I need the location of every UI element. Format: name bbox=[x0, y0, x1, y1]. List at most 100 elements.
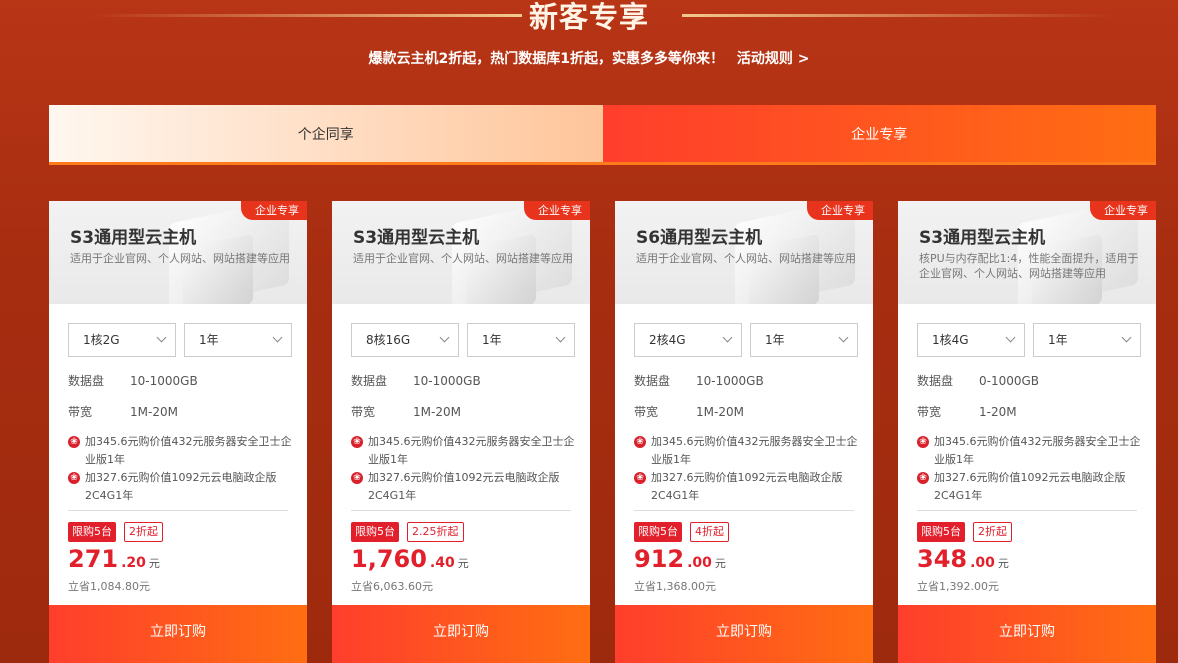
chevron-down-icon bbox=[439, 332, 450, 343]
purchase-limit-tag: 限购5台 bbox=[634, 522, 682, 542]
divider bbox=[917, 510, 1137, 511]
config-select[interactable]: 8核16G bbox=[351, 323, 459, 357]
enterprise-badge: 企业专享 bbox=[807, 201, 873, 220]
bandwidth-label: 带宽 bbox=[351, 405, 376, 419]
disk-value: 10-1000GB bbox=[413, 374, 481, 388]
product-card: 企业专享 S3通用型云主机 核PU与内存配比1:4，性能全面提升，适用于企业官网… bbox=[898, 201, 1156, 663]
gift-icon: ❀ bbox=[917, 472, 929, 484]
gift-text: 加345.6元购价值432元服务器安全卫士企业版1年 bbox=[368, 435, 575, 466]
disk-label: 数据盘 bbox=[351, 374, 388, 388]
gift-text: 加327.6元购价值1092元云电脑政企版2C4G1年 bbox=[85, 471, 277, 502]
discount-tag: 2折起 bbox=[124, 522, 163, 542]
gift-icon: ❀ bbox=[68, 472, 80, 484]
gift-text: 加327.6元购价值1092元云电脑政企版2C4G1年 bbox=[368, 471, 560, 502]
price-decimal: .20 bbox=[121, 555, 146, 571]
price-decimal: .00 bbox=[687, 555, 712, 571]
disk-value: 10-1000GB bbox=[130, 374, 198, 388]
gift-offer: ❀ 加327.6元购价值1092元云电脑政企版2C4G1年 bbox=[634, 469, 859, 505]
gift-icon: ❀ bbox=[351, 436, 363, 448]
savings-text: 立省1,392.00元 bbox=[917, 580, 999, 593]
disk-spec: 数据盘 10-1000GB bbox=[351, 372, 481, 389]
bandwidth-value: 1M-20M bbox=[413, 405, 461, 419]
savings-text: 立省1,368.00元 bbox=[634, 580, 716, 593]
gift-text: 加327.6元购价值1092元云电脑政企版2C4G1年 bbox=[934, 471, 1126, 502]
gift-offer: ❀ 加345.6元购价值432元服务器安全卫士企业版1年 bbox=[917, 433, 1142, 469]
disk-label: 数据盘 bbox=[634, 374, 671, 388]
product-title: S3通用型云主机 bbox=[919, 228, 1046, 248]
card-header: 企业专享 S6通用型云主机 适用于企业官网、个人网站、网站搭建等应用 bbox=[615, 201, 873, 304]
chevron-down-icon bbox=[838, 332, 849, 343]
gift-offer: ❀ 加345.6元购价值432元服务器安全卫士企业版1年 bbox=[351, 433, 576, 469]
product-card: 企业专享 S6通用型云主机 适用于企业官网、个人网站、网站搭建等应用 2核4G … bbox=[615, 201, 873, 663]
bandwidth-value: 1M-20M bbox=[696, 405, 744, 419]
product-description: 核PU与内存配比1:4，性能全面提升，适用于企业官网、个人网站、网站搭建等应用 bbox=[919, 252, 1139, 280]
chevron-down-icon bbox=[1121, 332, 1132, 343]
product-title: S3通用型云主机 bbox=[353, 228, 480, 248]
config-select[interactable]: 1核2G bbox=[68, 323, 176, 357]
product-title: S3通用型云主机 bbox=[70, 228, 197, 248]
chevron-down-icon bbox=[272, 332, 283, 343]
bandwidth-value: 1M-20M bbox=[130, 405, 178, 419]
price-decimal: .00 bbox=[970, 555, 995, 571]
config-value: 1核2G bbox=[83, 333, 120, 347]
period-select[interactable]: 1年 bbox=[184, 323, 292, 357]
price-integer: 912 bbox=[634, 545, 685, 573]
gift-offer: ❀ 加327.6元购价值1092元云电脑政企版2C4G1年 bbox=[917, 469, 1142, 505]
bandwidth-label: 带宽 bbox=[68, 405, 93, 419]
purchase-limit-tag: 限购5台 bbox=[917, 522, 965, 542]
enterprise-badge: 企业专享 bbox=[524, 201, 590, 220]
bandwidth-label: 带宽 bbox=[917, 405, 942, 419]
gift-text: 加345.6元购价值432元服务器安全卫士企业版1年 bbox=[651, 435, 858, 466]
buy-now-button[interactable]: 立即订购 bbox=[332, 605, 590, 663]
config-select[interactable]: 2核4G bbox=[634, 323, 742, 357]
tab-shared[interactable]: 个企同享 bbox=[49, 105, 603, 162]
product-card: 企业专享 S3通用型云主机 适用于企业官网、个人网站、网站搭建等应用 8核16G… bbox=[332, 201, 590, 663]
period-value: 1年 bbox=[199, 333, 219, 347]
disk-spec: 数据盘 10-1000GB bbox=[68, 372, 198, 389]
discount-tag: 4折起 bbox=[690, 522, 729, 542]
card-header: 企业专享 S3通用型云主机 适用于企业官网、个人网站、网站搭建等应用 bbox=[332, 201, 590, 304]
disk-value: 10-1000GB bbox=[696, 374, 764, 388]
period-select[interactable]: 1年 bbox=[1033, 323, 1141, 357]
gift-text: 加345.6元购价值432元服务器安全卫士企业版1年 bbox=[934, 435, 1141, 466]
price: 271.20 元 bbox=[68, 545, 160, 573]
disk-label: 数据盘 bbox=[68, 374, 105, 388]
product-description: 适用于企业官网、个人网站、网站搭建等应用 bbox=[70, 252, 290, 265]
card-header: 企业专享 S3通用型云主机 适用于企业官网、个人网站、网站搭建等应用 bbox=[49, 201, 307, 304]
audience-tabs: 个企同享 企业专享 bbox=[49, 105, 1156, 162]
bandwidth-spec: 带宽 1M-20M bbox=[351, 403, 461, 420]
buy-now-button[interactable]: 立即订购 bbox=[49, 605, 307, 663]
period-select[interactable]: 1年 bbox=[467, 323, 575, 357]
bandwidth-spec: 带宽 1-20M bbox=[917, 403, 1017, 420]
chevron-down-icon bbox=[1005, 332, 1016, 343]
purchase-limit-tag: 限购5台 bbox=[68, 522, 116, 542]
divider bbox=[351, 510, 571, 511]
disk-value: 0-1000GB bbox=[979, 374, 1040, 388]
bandwidth-spec: 带宽 1M-20M bbox=[68, 403, 178, 420]
period-value: 1年 bbox=[765, 333, 785, 347]
purchase-limit-tag: 限购5台 bbox=[351, 522, 399, 542]
enterprise-badge: 企业专享 bbox=[1090, 201, 1156, 220]
promo-header: 新客专享 爆款云主机2折起，热门数据库1折起，实惠多多等你来！ 活动规则 > bbox=[0, 0, 1178, 100]
price-integer: 1,760 bbox=[351, 545, 427, 573]
savings-text: 立省1,084.80元 bbox=[68, 580, 150, 593]
gift-offer: ❀ 加327.6元购价值1092元云电脑政企版2C4G1年 bbox=[351, 469, 576, 505]
bandwidth-spec: 带宽 1M-20M bbox=[634, 403, 744, 420]
period-select[interactable]: 1年 bbox=[750, 323, 858, 357]
promo-subtitle: 爆款云主机2折起，热门数据库1折起，实惠多多等你来！ 活动规则 > bbox=[0, 48, 1178, 68]
enterprise-badge: 企业专享 bbox=[241, 201, 307, 220]
bandwidth-label: 带宽 bbox=[634, 405, 659, 419]
discount-tag: 2.25折起 bbox=[407, 522, 464, 542]
gift-icon: ❀ bbox=[634, 472, 646, 484]
buy-now-button[interactable]: 立即订购 bbox=[615, 605, 873, 663]
price: 912.00 元 bbox=[634, 545, 726, 573]
buy-now-button[interactable]: 立即订购 bbox=[898, 605, 1156, 663]
tab-enterprise[interactable]: 企业专享 bbox=[602, 105, 1156, 162]
product-title: S6通用型云主机 bbox=[636, 228, 763, 248]
config-select[interactable]: 1核4G bbox=[917, 323, 1025, 357]
price-decimal: .40 bbox=[429, 555, 455, 571]
activity-rules-link[interactable]: 活动规则 > bbox=[737, 51, 810, 67]
gift-offer: ❀ 加345.6元购价值432元服务器安全卫士企业版1年 bbox=[68, 433, 293, 469]
period-value: 1年 bbox=[482, 333, 502, 347]
bandwidth-value: 1-20M bbox=[979, 405, 1017, 419]
